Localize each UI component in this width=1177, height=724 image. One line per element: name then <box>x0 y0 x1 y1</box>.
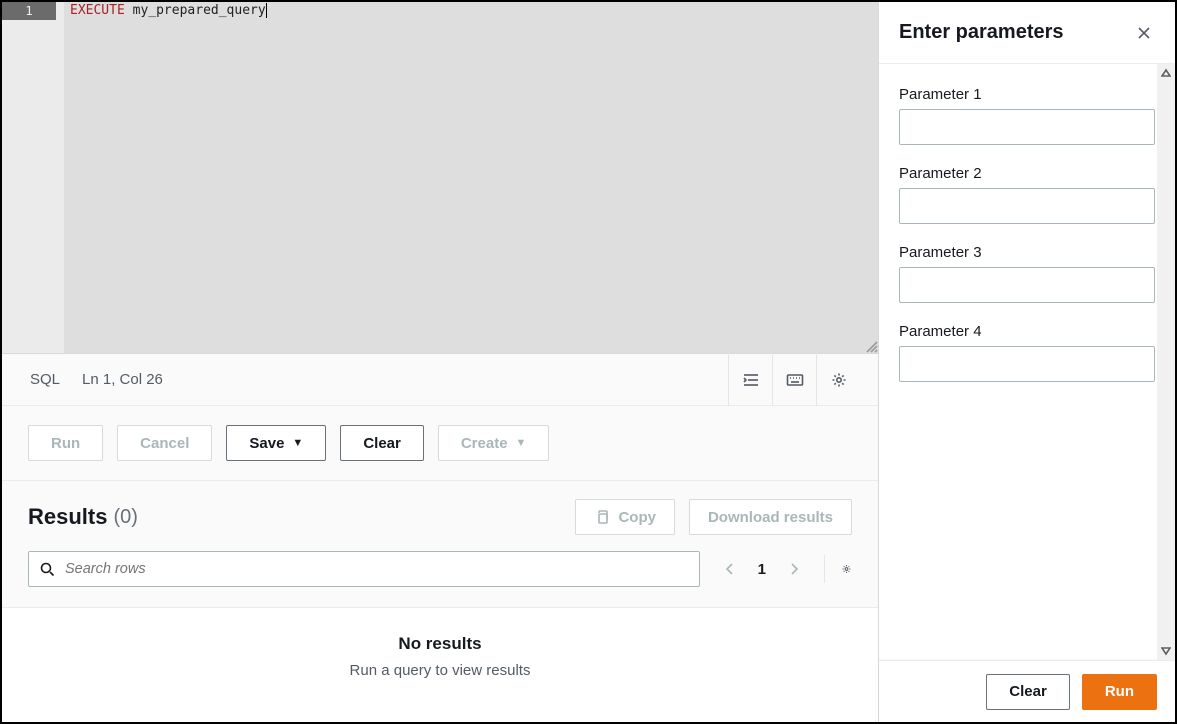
app-root: 1 EXECUTE my_prepared_query SQL Ln 1, Co… <box>0 0 1177 724</box>
create-button[interactable]: Create ▼ <box>438 425 550 461</box>
param-label: Parameter 2 <box>899 165 1155 182</box>
sql-identifier: my_prepared_query <box>133 3 266 18</box>
param-field-3: Parameter 3 <box>899 244 1155 303</box>
page-number: 1 <box>758 561 766 578</box>
save-button[interactable]: Save ▼ <box>226 425 326 461</box>
search-icon <box>39 561 55 577</box>
keyboard-icon[interactable] <box>772 353 816 406</box>
param-label: Parameter 1 <box>899 86 1155 103</box>
copy-label: Copy <box>618 509 656 526</box>
panel-header: Enter parameters <box>879 2 1175 64</box>
panel-footer: Clear Run <box>879 660 1175 722</box>
search-input[interactable] <box>65 561 689 577</box>
editor-content[interactable]: EXECUTE my_prepared_query <box>64 2 878 353</box>
caret-down-icon: ▼ <box>292 437 303 449</box>
param-field-4: Parameter 4 <box>899 323 1155 382</box>
panel-run-button[interactable]: Run <box>1082 674 1157 710</box>
resize-handle-icon[interactable] <box>864 339 878 353</box>
action-bar: Run Cancel Save ▼ Clear Create ▼ <box>2 406 878 481</box>
results-settings-icon[interactable] <box>824 555 852 583</box>
results-toolbar: 1 <box>2 545 878 608</box>
param-label: Parameter 4 <box>899 323 1155 340</box>
main-pane: 1 EXECUTE my_prepared_query SQL Ln 1, Co… <box>2 2 879 722</box>
panel-clear-button[interactable]: Clear <box>986 674 1070 710</box>
no-results-title: No results <box>398 634 481 654</box>
parameters-panel: Enter parameters Parameter 1 Parameter 2… <box>879 2 1175 722</box>
search-rows[interactable] <box>28 551 700 587</box>
language-label: SQL <box>30 371 60 388</box>
scroll-up-icon[interactable] <box>1157 64 1175 82</box>
close-icon[interactable] <box>1133 22 1155 44</box>
param-input-2[interactable] <box>899 188 1155 224</box>
text-cursor <box>266 3 267 18</box>
create-label: Create <box>461 435 508 452</box>
pagination: 1 <box>720 559 804 579</box>
param-input-3[interactable] <box>899 267 1155 303</box>
download-button[interactable]: Download results <box>689 499 852 535</box>
editor-gutter: 1 <box>2 2 64 353</box>
editor-statusbar: SQL Ln 1, Col 26 <box>2 353 878 406</box>
scrollbar-track[interactable] <box>1157 64 1175 660</box>
page-prev-icon[interactable] <box>720 559 740 579</box>
panel-body[interactable]: Parameter 1 Parameter 2 Parameter 3 Para… <box>879 64 1175 660</box>
caret-down-icon: ▼ <box>516 437 527 449</box>
results-header: Results (0) Copy Download results <box>2 481 878 545</box>
copy-icon <box>594 509 610 525</box>
copy-button[interactable]: Copy <box>575 499 675 535</box>
run-button[interactable]: Run <box>28 425 103 461</box>
results-count: (0) <box>113 506 137 529</box>
param-input-4[interactable] <box>899 346 1155 382</box>
no-results-sub: Run a query to view results <box>350 662 531 679</box>
code-editor[interactable]: 1 EXECUTE my_prepared_query <box>2 2 878 353</box>
cursor-position: Ln 1, Col 26 <box>82 371 163 388</box>
save-label: Save <box>249 435 284 452</box>
param-label: Parameter 3 <box>899 244 1155 261</box>
param-input-1[interactable] <box>899 109 1155 145</box>
results-title: Results <box>28 504 107 530</box>
download-label: Download results <box>708 509 833 526</box>
clear-button[interactable]: Clear <box>340 425 424 461</box>
line-number: 1 <box>2 2 56 20</box>
page-next-icon[interactable] <box>784 559 804 579</box>
results-empty: No results Run a query to view results <box>2 608 878 722</box>
sql-keyword: EXECUTE <box>70 3 125 18</box>
panel-body-wrap: Parameter 1 Parameter 2 Parameter 3 Para… <box>879 64 1175 660</box>
cancel-button[interactable]: Cancel <box>117 425 212 461</box>
param-field-1: Parameter 1 <box>899 86 1155 145</box>
settings-icon[interactable] <box>816 353 860 406</box>
panel-title: Enter parameters <box>899 21 1133 44</box>
scroll-down-icon[interactable] <box>1157 642 1175 660</box>
format-icon[interactable] <box>728 353 772 406</box>
param-field-2: Parameter 2 <box>899 165 1155 224</box>
